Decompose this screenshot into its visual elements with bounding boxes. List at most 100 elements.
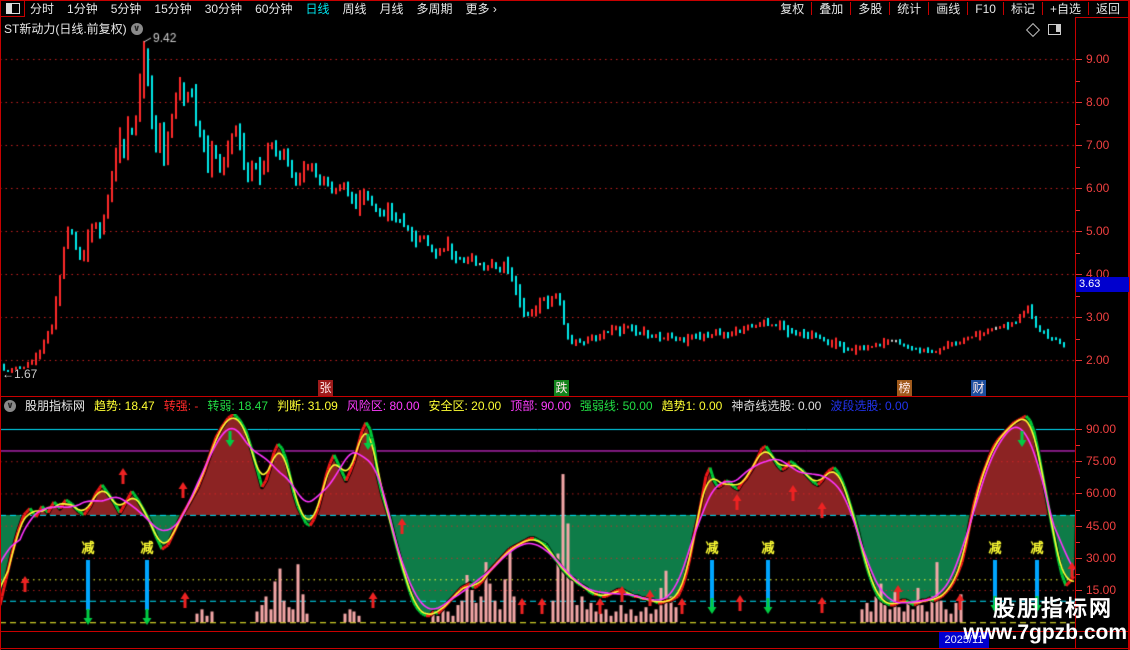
main-y-label-5.00: 5.00	[1086, 224, 1128, 238]
footer-tab-财[interactable]: 财	[971, 380, 986, 396]
menu-item-多周期[interactable]: 多周期	[417, 0, 453, 17]
main-y-label-2.00: 2.00	[1086, 353, 1128, 367]
main-chart-canvas[interactable]	[0, 17, 1076, 397]
menu-item-多股[interactable]: 多股	[858, 0, 882, 17]
menu-item-月线[interactable]: 月线	[380, 0, 404, 17]
menu-item-30分钟[interactable]: 30分钟	[205, 0, 242, 17]
indicator-field-转强: 转强: -	[164, 398, 199, 413]
footer-tab-跌[interactable]: 跌	[554, 380, 569, 396]
main-y-tick	[1076, 360, 1082, 361]
menu-separator	[889, 2, 890, 15]
chevron-down-icon[interactable]: ∨	[131, 23, 143, 35]
menu-separator	[1088, 2, 1089, 15]
indicator-field-顶部: 顶部: 90.00	[510, 398, 571, 413]
main-y-minortick	[1076, 339, 1080, 340]
menu-separator	[1003, 2, 1004, 15]
menu-item-标记[interactable]: 标记	[1011, 0, 1035, 17]
menu-item-1分钟[interactable]: 1分钟	[67, 0, 98, 17]
menu-item-F10[interactable]: F10	[975, 2, 996, 16]
main-y-label-7.00: 7.00	[1086, 138, 1128, 152]
ind-y-tick	[1076, 558, 1082, 559]
indicator-name: 股朋指标网	[25, 398, 85, 413]
ind-y-tick	[1076, 590, 1082, 591]
indicator-field-趋势1: 趋势1: 0.00	[662, 398, 723, 413]
main-y-label-3.00: 3.00	[1086, 310, 1128, 324]
panel-divider	[0, 396, 1130, 397]
ind-y-label-30.00: 30.00	[1086, 551, 1128, 565]
menu-separator	[850, 2, 851, 15]
diamond-icon[interactable]	[1026, 22, 1040, 36]
frame-left	[0, 0, 1, 650]
tools-menu: 复权叠加多股统计画线 F10 标记 +自选返回	[780, 0, 1120, 17]
main-y-label-6.00: 6.00	[1086, 181, 1128, 195]
chart-title: ST新动力(日线.前复权)	[4, 20, 127, 37]
menu-item-5分钟[interactable]: 5分钟	[111, 0, 142, 17]
last-price-badge: 3.63	[1076, 277, 1129, 292]
ind-y-label-75.00: 75.00	[1086, 454, 1128, 468]
ind-y-tick	[1076, 429, 1082, 430]
main-y-tick	[1076, 145, 1082, 146]
menu-item-周线[interactable]: 周线	[342, 0, 366, 17]
main-y-minortick	[1076, 81, 1080, 82]
main-y-tick	[1076, 317, 1082, 318]
ind-y-minortick	[1076, 574, 1080, 575]
layout-icon[interactable]	[0, 0, 25, 17]
indicator-field-神奇线选股: 神奇线选股: 0.00	[731, 398, 821, 413]
ind-y-label-45.00: 45.00	[1086, 519, 1128, 533]
ind-y-label-15.00: 15.00	[1086, 583, 1128, 597]
main-y-tick	[1076, 231, 1082, 232]
ind-y-label-60.00: 60.00	[1086, 486, 1128, 500]
stock-app-window: 分时 1分钟 5分钟 15分钟 30分钟 60分钟日线周线月线多周期更多 › 复权叠加多股…	[0, 0, 1130, 650]
main-y-tick	[1076, 59, 1082, 60]
chevron-down-icon[interactable]: ∨	[4, 400, 16, 412]
menu-item-60分钟[interactable]: 60分钟	[255, 0, 292, 17]
menu-item-+自选[interactable]: +自选	[1050, 0, 1081, 17]
menu-item-画线[interactable]: 画线	[936, 0, 960, 17]
menu-item-分时[interactable]: 分时	[30, 0, 54, 17]
period-menu: 分时 1分钟 5分钟 15分钟 30分钟 60分钟日线周线月线多周期更多 ›	[30, 0, 497, 17]
ind-y-tick	[1076, 526, 1082, 527]
low-price-label: ←1.67	[2, 367, 37, 381]
indicator-field-趋势: 趋势: 18.47	[94, 398, 155, 413]
frame-top	[0, 0, 1130, 1]
top-menu-bar: 分时 1分钟 5分钟 15分钟 30分钟 60分钟日线周线月线多周期更多 › 复权叠加多股…	[0, 0, 1130, 17]
menu-item-15分钟[interactable]: 15分钟	[154, 0, 191, 17]
frame-bottom	[0, 648, 1130, 649]
menu-item-更多 ›[interactable]: 更多 ›	[466, 0, 497, 17]
indicator-header: ∨股朋指标网 趋势: 18.47转强: -转弱: 18.47判断: 31.09风…	[0, 398, 1079, 413]
footer-tab-榜[interactable]: 榜	[897, 380, 912, 396]
indicator-field-强弱线: 强弱线: 50.00	[580, 398, 653, 413]
main-y-tick	[1076, 102, 1082, 103]
main-y-minortick	[1076, 210, 1080, 211]
watermark-url: www.7gpzb.com	[963, 621, 1127, 645]
menu-separator	[1042, 2, 1043, 15]
ind-y-tick	[1076, 493, 1082, 494]
menu-separator	[811, 2, 812, 15]
main-y-minortick	[1076, 296, 1080, 297]
watermark: 股朋指标网 www.7gpzb.com	[963, 597, 1127, 645]
ind-y-minortick	[1076, 510, 1080, 511]
footer-tab-张[interactable]: 张	[318, 380, 333, 396]
menu-item-返回[interactable]: 返回	[1096, 0, 1120, 17]
indicator-field-安全区: 安全区: 20.00	[429, 398, 502, 413]
indicator-canvas[interactable]	[0, 414, 1076, 632]
menu-item-日线[interactable]: 日线	[305, 0, 329, 17]
main-y-label-8.00: 8.00	[1086, 95, 1128, 109]
menu-item-叠加[interactable]: 叠加	[819, 0, 843, 17]
indicator-field-风险区: 风险区: 80.00	[347, 398, 420, 413]
ind-y-tick	[1076, 461, 1082, 462]
menu-item-复权[interactable]: 复权	[780, 0, 804, 17]
ind-y-minortick	[1076, 445, 1080, 446]
menu-item-统计[interactable]: 统计	[897, 0, 921, 17]
indicator-field-波段选股: 波段选股: 0.00	[830, 398, 908, 413]
main-y-tick	[1076, 188, 1082, 189]
watermark-site-name: 股朋指标网	[963, 597, 1113, 621]
main-y-minortick	[1076, 253, 1080, 254]
ind-y-label-90.00: 90.00	[1086, 422, 1128, 436]
indicator-field-判断: 判断: 31.09	[277, 398, 338, 413]
price-axis-line	[1075, 17, 1076, 648]
main-y-minortick	[1076, 167, 1080, 168]
menu-separator	[928, 2, 929, 15]
ind-y-minortick	[1076, 542, 1080, 543]
window-split-icon[interactable]	[1048, 24, 1061, 35]
